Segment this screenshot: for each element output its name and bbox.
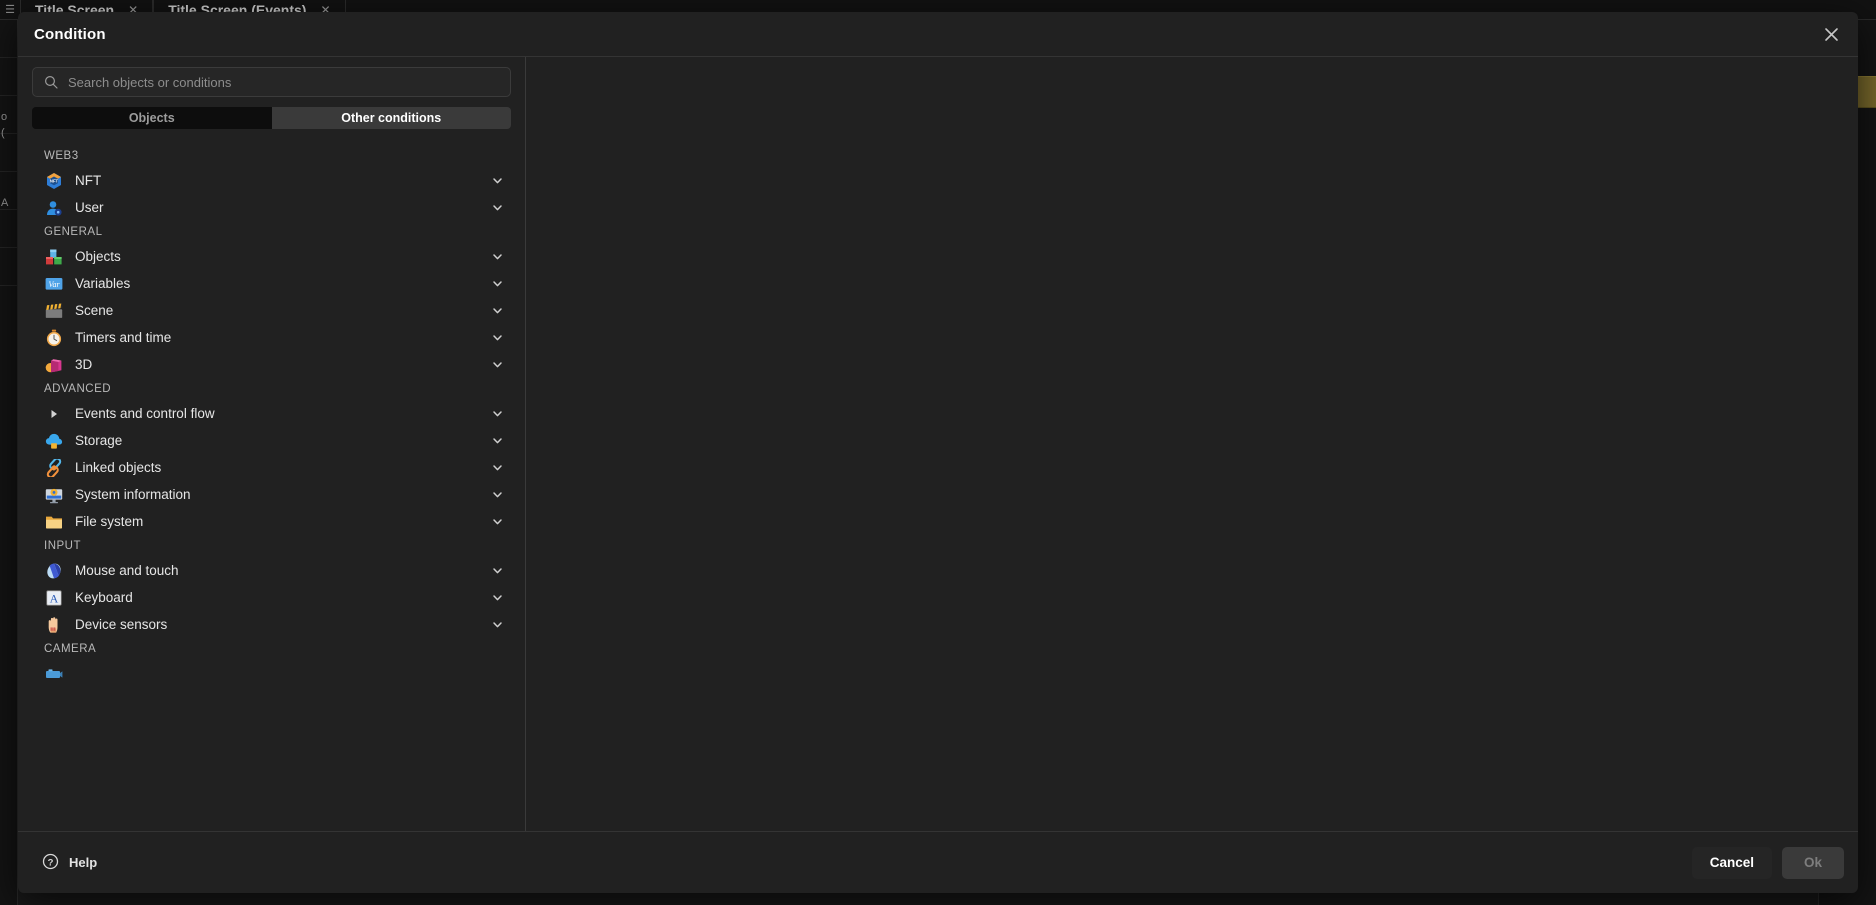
- category-label: NFT: [75, 173, 102, 188]
- monitor-gear-icon: [44, 485, 63, 504]
- category-label: Timers and time: [75, 330, 172, 345]
- chevron-down-icon[interactable]: [491, 278, 503, 290]
- category-label: Mouse and touch: [75, 563, 179, 578]
- chevron-down-icon[interactable]: [491, 251, 503, 263]
- svg-text:NFT: NFT: [49, 178, 58, 183]
- clapperboard-icon: [44, 301, 63, 320]
- category-label: Events and control flow: [75, 406, 215, 421]
- dialog-title: Condition: [34, 25, 106, 43]
- nft-icon: NFT: [44, 171, 63, 190]
- help-button[interactable]: ? Help: [32, 847, 107, 879]
- rail-glyph-a: A: [1, 197, 9, 209]
- condition-browser-pane: Objects Other conditions WEB3 NFT NFT Use…: [18, 57, 526, 831]
- link-chain-icon: [44, 458, 63, 477]
- menu-icon[interactable]: ☰: [0, 0, 20, 20]
- question-circle-icon: ?: [42, 853, 59, 873]
- chevron-down-icon[interactable]: [491, 359, 503, 371]
- category-label: Objects: [75, 249, 121, 264]
- category-group-label: WEB3: [44, 150, 79, 162]
- category-label: Linked objects: [75, 460, 162, 475]
- category-row-scene[interactable]: Scene: [18, 297, 525, 324]
- chevron-down-icon[interactable]: [491, 332, 503, 344]
- category-label: Device sensors: [75, 617, 168, 632]
- category-label: System information: [75, 487, 191, 502]
- category-row-storage[interactable]: Storage: [18, 427, 525, 454]
- search-row: [18, 67, 525, 97]
- category-group-label: ADVANCED: [44, 383, 112, 395]
- category-group-label: GENERAL: [44, 226, 103, 238]
- close-icon[interactable]: [1814, 17, 1848, 51]
- camera-icon: [44, 664, 63, 683]
- chevron-down-icon[interactable]: [491, 619, 503, 631]
- category-label: 3D: [75, 357, 93, 372]
- svg-text:A: A: [49, 591, 58, 605]
- category-row-nft[interactable]: NFT NFT: [18, 167, 525, 194]
- category-row-user[interactable]: User: [18, 194, 525, 221]
- mouse-icon: [44, 561, 63, 580]
- editor-left-rail: o ( A: [0, 20, 18, 905]
- cube-3d-icon: [44, 355, 63, 374]
- help-label: Help: [69, 855, 98, 870]
- svg-text:?: ?: [48, 857, 54, 868]
- category-row-keyboard[interactable]: A Keyboard: [18, 584, 525, 611]
- category-row-events-and-control-flow[interactable]: Events and control flow: [18, 400, 525, 427]
- chevron-down-icon[interactable]: [491, 202, 503, 214]
- category-row-3d[interactable]: 3D: [18, 351, 525, 378]
- rail-glyph-o: o: [1, 111, 8, 123]
- browser-tabs: Objects Other conditions: [32, 107, 511, 129]
- tab-other-conditions[interactable]: Other conditions: [271, 107, 511, 129]
- category-label: Keyboard: [75, 590, 133, 605]
- dialog-body: Objects Other conditions WEB3 NFT NFT Use…: [18, 57, 1858, 831]
- svg-text:Var: Var: [48, 279, 60, 288]
- chevron-down-icon[interactable]: [491, 408, 503, 420]
- search-icon: [43, 75, 58, 90]
- condition-category-list[interactable]: WEB3 NFT NFT User GENERAL Objects Var Varia…: [18, 145, 525, 831]
- category-label: User: [75, 200, 104, 215]
- chevron-down-icon[interactable]: [491, 462, 503, 474]
- condition-dialog: Condition Object: [18, 12, 1858, 893]
- search-input[interactable]: [68, 74, 500, 90]
- category-group-label: INPUT: [44, 540, 81, 552]
- category-row-camera[interactable]: [18, 660, 525, 687]
- category-row-device-sensors[interactable]: Device sensors: [18, 611, 525, 638]
- tab-objects[interactable]: Objects: [32, 107, 272, 129]
- chevron-down-icon[interactable]: [491, 516, 503, 528]
- dialog-header: Condition: [18, 12, 1858, 57]
- rail-glyph-paren: (: [1, 127, 5, 139]
- cloud-upload-icon: [44, 431, 63, 450]
- dialog-footer: ? Help Cancel Ok: [18, 831, 1858, 893]
- category-row-timers-and-time[interactable]: Timers and time: [18, 324, 525, 351]
- category-row-linked-objects[interactable]: Linked objects: [18, 454, 525, 481]
- search-box[interactable]: [32, 67, 511, 97]
- category-row-system-information[interactable]: System information: [18, 481, 525, 508]
- chevron-down-icon[interactable]: [491, 592, 503, 604]
- cancel-button[interactable]: Cancel: [1691, 846, 1772, 879]
- chevron-down-icon[interactable]: [491, 305, 503, 317]
- category-label: Scene: [75, 303, 114, 318]
- variables-var-icon: Var: [44, 274, 63, 293]
- category-label: Storage: [75, 433, 123, 448]
- ok-button[interactable]: Ok: [1782, 846, 1844, 879]
- condition-detail-pane: [526, 57, 1858, 831]
- category-label: Variables: [75, 276, 131, 291]
- stopwatch-icon: [44, 328, 63, 347]
- category-row-variables[interactable]: Var Variables: [18, 270, 525, 297]
- category-row-mouse-and-touch[interactable]: Mouse and touch: [18, 557, 525, 584]
- user-icon: [44, 198, 63, 217]
- chevron-down-icon[interactable]: [491, 565, 503, 577]
- chevron-down-icon[interactable]: [491, 175, 503, 187]
- category-label: File system: [75, 514, 144, 529]
- hand-sensor-icon: [44, 615, 63, 634]
- keyboard-key-a-icon: A: [44, 588, 63, 607]
- caret-right-icon[interactable]: [44, 404, 63, 423]
- category-row-file-system[interactable]: File system: [18, 508, 525, 535]
- chevron-down-icon[interactable]: [491, 489, 503, 501]
- objects-blocks-icon: [44, 247, 63, 266]
- chevron-down-icon[interactable]: [491, 435, 503, 447]
- folder-icon: [44, 512, 63, 531]
- category-group-label: CAMERA: [44, 643, 97, 655]
- category-row-objects[interactable]: Objects: [18, 243, 525, 270]
